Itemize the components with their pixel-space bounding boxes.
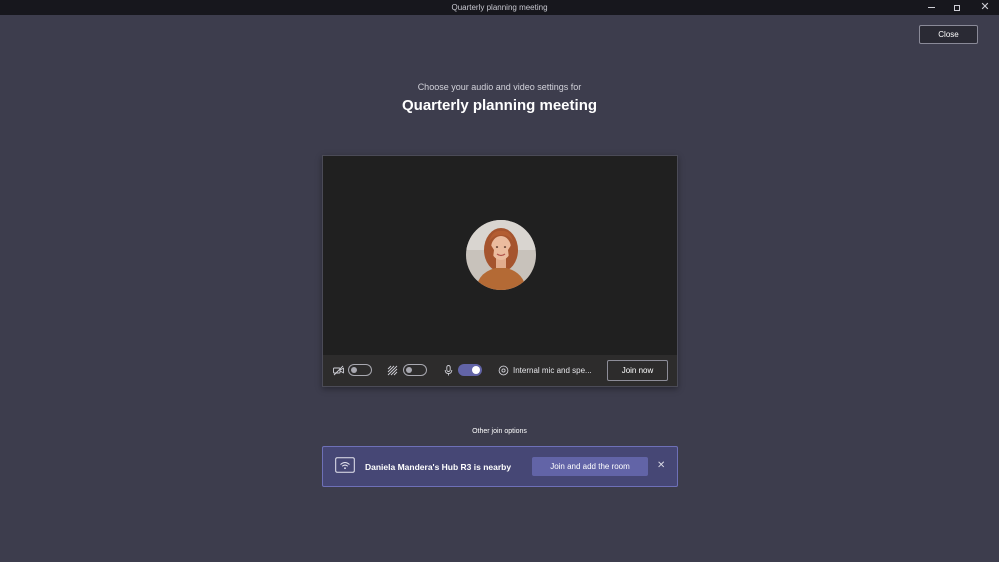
toggle-knob: [472, 366, 480, 374]
toggle-knob: [351, 367, 357, 373]
close-icon: ✕: [980, 1, 990, 13]
microphone-toggle[interactable]: [458, 364, 482, 376]
window-title: Quarterly planning meeting: [451, 3, 548, 12]
join-and-add-room-button[interactable]: Join and add the room: [532, 457, 648, 476]
toggle-knob: [406, 367, 412, 373]
settings-subtitle: Choose your audio and video settings for: [417, 82, 582, 92]
camera-off-icon[interactable]: [333, 365, 344, 376]
minimize-button[interactable]: [918, 0, 944, 15]
background-effects-icon[interactable]: [387, 365, 398, 376]
camera-toggle[interactable]: [348, 364, 372, 376]
window-close-button[interactable]: ✕: [972, 0, 998, 15]
nearby-room-card: Daniela Mandera's Hub R3 is nearby Join …: [322, 446, 678, 487]
audio-device-selector[interactable]: Internal mic and spe...: [513, 366, 592, 375]
background-effects-toggle[interactable]: [403, 364, 427, 376]
minimize-icon: [927, 7, 935, 8]
other-join-options-heading: Other join options: [472, 428, 527, 435]
maximize-button[interactable]: [944, 0, 970, 15]
microphone-icon[interactable]: [443, 365, 454, 376]
user-avatar: [466, 220, 536, 290]
room-cast-icon: [335, 457, 355, 475]
join-now-button[interactable]: Join now: [607, 360, 668, 381]
title-bar: Quarterly planning meeting ✕: [0, 0, 999, 15]
close-button[interactable]: Close: [919, 25, 978, 44]
device-controls-bar: Internal mic and spe... Join now: [323, 355, 677, 386]
device-settings-icon[interactable]: [498, 365, 509, 376]
video-preview: Internal mic and spe... Join now: [322, 155, 678, 387]
dismiss-room-icon[interactable]: ✕: [657, 460, 665, 472]
maximize-icon: [954, 4, 960, 11]
nearby-room-text: Daniela Mandera's Hub R3 is nearby: [365, 462, 512, 472]
page-title: Quarterly planning meeting: [401, 97, 598, 114]
